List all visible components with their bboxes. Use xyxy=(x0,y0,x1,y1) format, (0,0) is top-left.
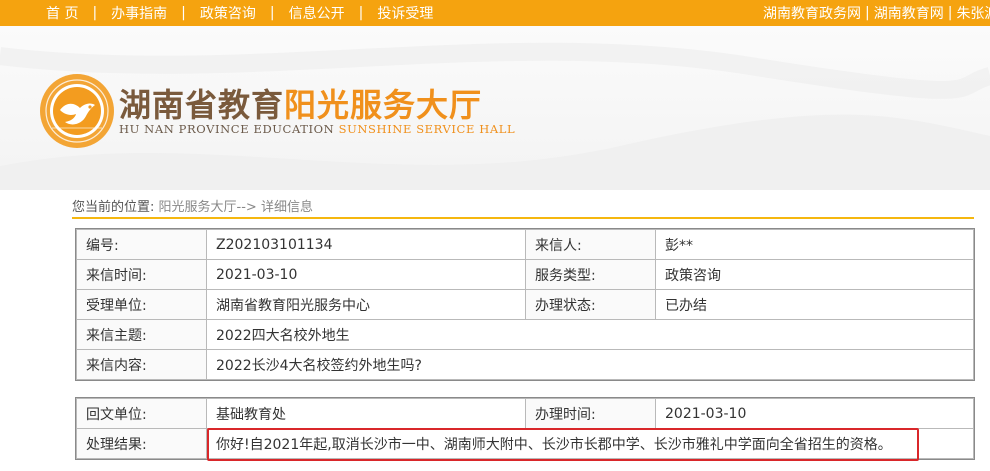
nav-complaint[interactable]: 投诉受理 xyxy=(377,3,433,23)
unit-value: 湖南省教育阳光服务中心 xyxy=(206,289,526,320)
reply-info-table: 回文单位: 基础教育处 办理时间: 2021-03-10 处理结果: 你好!自2… xyxy=(75,397,975,460)
top-nav: 首 页 | 办事指南 | 政策咨询 | 信息公开 | 投诉受理 湖南教育政务网 … xyxy=(0,0,990,26)
site-title-part2: 阳光服务大厅 xyxy=(284,86,483,124)
nav-separator: | xyxy=(181,5,186,21)
link-edu-net[interactable]: 湖南教育网 xyxy=(874,3,944,23)
unit-label: 受理单位: xyxy=(76,289,207,320)
table-row: 受理单位: 湖南省教育阳光服务中心 办理状态: 已办结 xyxy=(76,289,974,320)
content-value: 2022长沙4大名校签约外地生吗? xyxy=(206,349,974,380)
status-value: 已办结 xyxy=(655,289,974,320)
table-row: 回文单位: 基础教育处 办理时间: 2021-03-10 xyxy=(76,398,974,429)
sender-value: 彭** xyxy=(655,229,974,260)
table-row: 来信时间: 2021-03-10 服务类型: 政策咨询 xyxy=(76,259,974,290)
sender-label: 来信人: xyxy=(525,229,656,260)
service-type-label: 服务类型: xyxy=(525,259,656,290)
nav-separator: | xyxy=(358,5,364,21)
letter-info-table: 编号: Z202103101134 来信人: 彭** 来信时间: 2021-03… xyxy=(75,228,975,381)
breadcrumb-path[interactable]: 阳光服务大厅--> 详细信息 xyxy=(159,200,313,215)
site-subtitle: HU NAN PROVINCE EDUCATION SUNSHINE SERVI… xyxy=(119,122,515,136)
result-label: 处理结果: xyxy=(76,428,207,459)
content-label: 来信内容: xyxy=(76,349,207,380)
reply-time-value: 2021-03-10 xyxy=(655,398,974,429)
breadcrumb-divider xyxy=(72,217,974,219)
table-row: 来信内容: 2022长沙4大名校签约外地生吗? xyxy=(76,349,974,380)
site-title: 湖南省教育阳光服务大厅 xyxy=(119,80,482,126)
reply-unit-label: 回文单位: xyxy=(76,398,207,429)
table-row: 处理结果: 你好!自2021年起,取消长沙市一中、湖南师大附中、长沙市长郡中学、… xyxy=(76,428,974,459)
result-value: 你好!自2021年起,取消长沙市一中、湖南师大附中、长沙市长郡中学、长沙市雅礼中… xyxy=(206,428,974,459)
top-nav-external: 湖南教育政务网 | 湖南教育网 | 朱张渡 xyxy=(763,0,990,26)
number-value: Z202103101134 xyxy=(206,229,526,260)
sunshine-logo-icon xyxy=(40,74,114,148)
nav-separator: | xyxy=(947,5,953,21)
subject-value: 2022四大名校外地生 xyxy=(206,319,974,350)
site-subtitle-part1: HU NAN PROVINCE EDUCATION xyxy=(119,122,339,136)
site-title-part1: 湖南省教育 xyxy=(119,86,285,124)
link-zhuzhangdu[interactable]: 朱张渡 xyxy=(956,3,990,23)
breadcrumb-prefix: 您当前的位置: xyxy=(72,200,155,215)
service-type-value: 政策咨询 xyxy=(655,259,974,290)
table-row: 来信主题: 2022四大名校外地生 xyxy=(76,319,974,350)
reply-unit-value: 基础教育处 xyxy=(206,398,526,429)
nav-disclosure[interactable]: 信息公开 xyxy=(289,3,345,23)
number-label: 编号: xyxy=(76,229,207,260)
table-row: 编号: Z202103101134 来信人: 彭** xyxy=(76,229,974,260)
status-label: 办理状态: xyxy=(525,289,656,320)
nav-policy[interactable]: 政策咨询 xyxy=(200,3,256,23)
date-label: 来信时间: xyxy=(76,259,207,290)
breadcrumb: 您当前的位置: 阳光服务大厅--> 详细信息 xyxy=(72,196,313,215)
site-subtitle-part2: SUNSHINE SERVICE HALL xyxy=(338,122,516,136)
reply-time-label: 办理时间: xyxy=(525,398,656,429)
top-nav-main: 首 页 | 办事指南 | 政策咨询 | 信息公开 | 投诉受理 xyxy=(0,0,433,26)
nav-home[interactable]: 首 页 xyxy=(46,3,78,23)
header-banner: 湖南省教育阳光服务大厅 HU NAN PROVINCE EDUCATION SU… xyxy=(0,26,990,190)
date-value: 2021-03-10 xyxy=(206,259,526,290)
subject-label: 来信主题: xyxy=(76,319,207,350)
nav-separator: | xyxy=(92,5,98,21)
nav-separator: | xyxy=(865,5,870,21)
nav-separator: | xyxy=(269,5,275,21)
nav-guide[interactable]: 办事指南 xyxy=(111,3,167,23)
link-edu-gov[interactable]: 湖南教育政务网 xyxy=(763,3,861,23)
